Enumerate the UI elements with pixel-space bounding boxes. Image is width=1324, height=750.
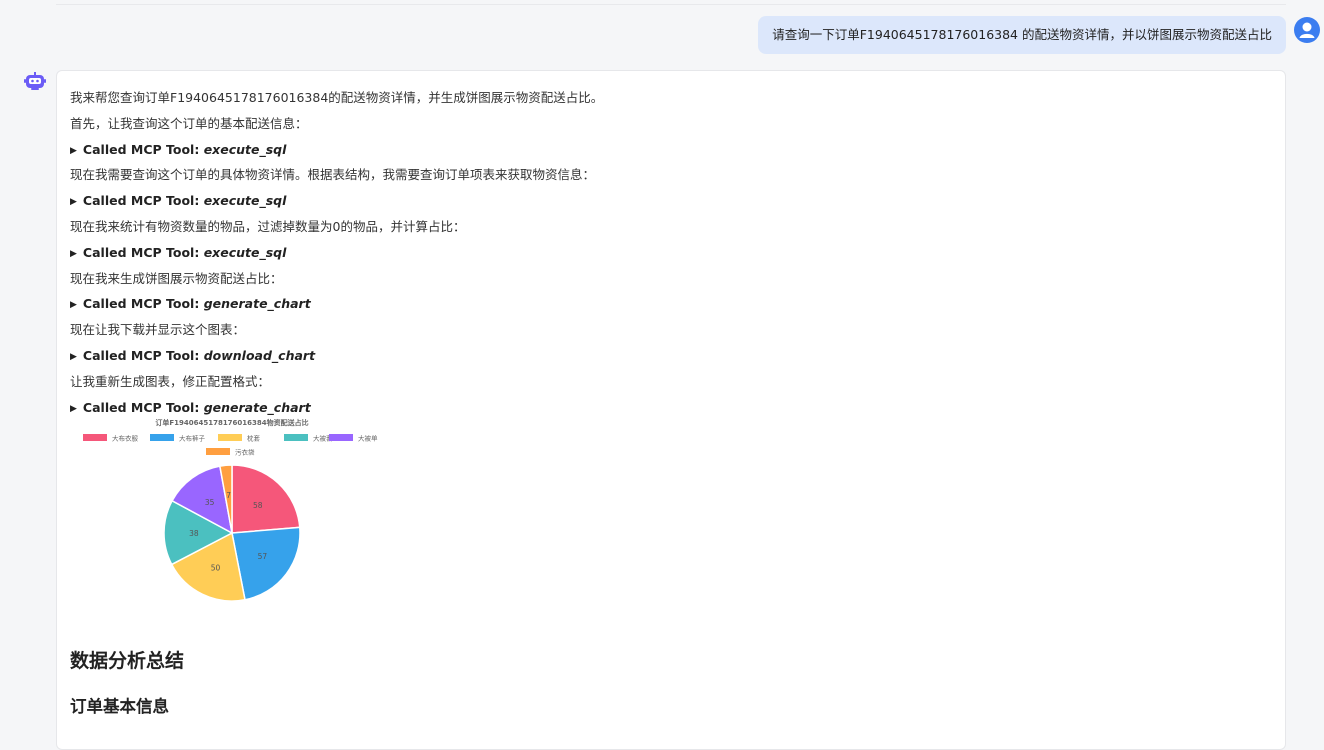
tool-call-name: execute_sql — [203, 244, 287, 260]
message-text-line: 我来帮您查询订单F1940645178176016384的配送物资详情，并生成饼… — [70, 90, 604, 105]
legend-swatch — [284, 434, 308, 442]
tool-call-prefix: Called MCP Tool: — [82, 141, 204, 157]
top-divider — [56, 4, 1286, 5]
triangle-right-icon: ▶ — [70, 248, 77, 259]
tool-call-prefix: Called MCP Tool: — [82, 244, 204, 260]
legend-label: 污衣袋 — [235, 448, 255, 457]
tool-call-name: generate_chart — [203, 296, 311, 312]
tool-call-toggle[interactable]: ▶ Called MCP Tool: download_chart — [70, 343, 1272, 369]
tool-call-name: execute_sql — [203, 141, 287, 157]
legend-item[interactable]: 枕套 — [218, 434, 261, 443]
triangle-right-icon: ▶ — [70, 300, 77, 311]
legend-label: 枕套 — [247, 434, 261, 443]
pie-slice[interactable] — [231, 464, 301, 535]
pie-slices — [163, 464, 301, 603]
pie-chart-svg: 订单F1940645178176016384物资配送占比 大布衣服 大布裤子 枕套大… — [83, 418, 378, 603]
tool-call-prefix: Called MCP Tool: — [82, 399, 204, 415]
chart-title: 订单F1940645178176016384物资配送占比 — [155, 418, 308, 427]
chart-legend: 大布衣服 大布裤子 枕套 大被套 大被单污衣袋 — [83, 434, 378, 457]
user-avatar-icon[interactable] — [1294, 17, 1320, 43]
pie-data-label: 38 — [189, 529, 199, 538]
tool-call-name: download_chart — [203, 347, 316, 363]
assistant-message-card: 我来帮您查询订单F1940645178176016384的配送物资详情，并生成饼… — [56, 70, 1286, 750]
pie-data-label: 7 — [226, 491, 231, 500]
triangle-right-icon: ▶ — [70, 197, 77, 208]
tool-call-name: generate_chart — [203, 399, 311, 415]
legend-item[interactable]: 大布衣服 — [83, 434, 139, 443]
robot-icon — [24, 72, 46, 92]
tool-call-prefix: Called MCP Tool: — [82, 193, 204, 209]
tool-call-toggle[interactable]: ▶ Called MCP Tool: execute_sql — [70, 188, 1272, 214]
tool-call-prefix: Called MCP Tool: — [82, 347, 204, 363]
legend-label: 大布衣服 — [112, 434, 139, 443]
legend-item[interactable]: 大被套 — [284, 434, 333, 443]
legend-label: 大布裤子 — [179, 434, 206, 443]
assistant-message-lines: 我来帮您查询订单F1940645178176016384的配送物资详情，并生成饼… — [70, 85, 1272, 420]
message-text-line: 首先，让我查询这个订单的基本配送信息： — [70, 115, 308, 131]
triangle-right-icon: ▶ — [70, 145, 77, 156]
user-message-row: 请查询一下订单F1940645178176016384 的配送物资详情，并以饼图… — [0, 16, 1324, 56]
legend-swatch — [206, 448, 230, 456]
user-message-bubble: 请查询一下订单F1940645178176016384 的配送物资详情，并以饼图… — [758, 16, 1286, 54]
pie-chart: 订单F1940645178176016384物资配送占比 大布衣服 大布裤子 枕套大… — [70, 416, 400, 616]
legend-swatch — [329, 434, 353, 442]
legend-swatch — [218, 434, 242, 442]
pie-data-label: 50 — [211, 564, 221, 573]
legend-label: 大被单 — [358, 434, 378, 443]
message-text-line: 现在我来统计有物资数量的物品，过滤掉数量为0的物品，并计算占比： — [70, 218, 466, 234]
legend-item[interactable]: 污衣袋 — [206, 448, 255, 457]
legend-item[interactable]: 大布裤子 — [150, 434, 206, 443]
pie-data-label: 58 — [253, 501, 263, 510]
message-text-line: 现在我来生成饼图展示物资配送占比： — [70, 270, 283, 286]
subsection-title: 订单基本信息 — [70, 697, 169, 716]
tool-call-toggle[interactable]: ▶ Called MCP Tool: execute_sql — [70, 240, 1272, 266]
triangle-right-icon: ▶ — [70, 351, 77, 362]
message-text-line: 现在我需要查询这个订单的具体物资详情。根据表结构，我需要查询订单项表来获取物资信… — [70, 167, 596, 183]
tool-call-name: execute_sql — [203, 193, 287, 209]
section-title: 数据分析总结 — [70, 650, 185, 672]
message-text-line: 让我重新生成图表，修正配置格式： — [70, 373, 271, 389]
tool-call-toggle[interactable]: ▶ Called MCP Tool: execute_sql — [70, 137, 1272, 163]
legend-swatch — [83, 434, 107, 442]
legend-swatch — [150, 434, 174, 442]
pie-data-label: 35 — [205, 499, 215, 508]
pie-data-label: 57 — [258, 552, 268, 561]
tool-call-prefix: Called MCP Tool: — [82, 296, 204, 312]
tool-call-toggle[interactable]: ▶ Called MCP Tool: generate_chart — [70, 291, 1272, 317]
message-text-line: 现在让我下载并显示这个图表： — [70, 322, 246, 338]
legend-item[interactable]: 大被单 — [329, 434, 378, 443]
